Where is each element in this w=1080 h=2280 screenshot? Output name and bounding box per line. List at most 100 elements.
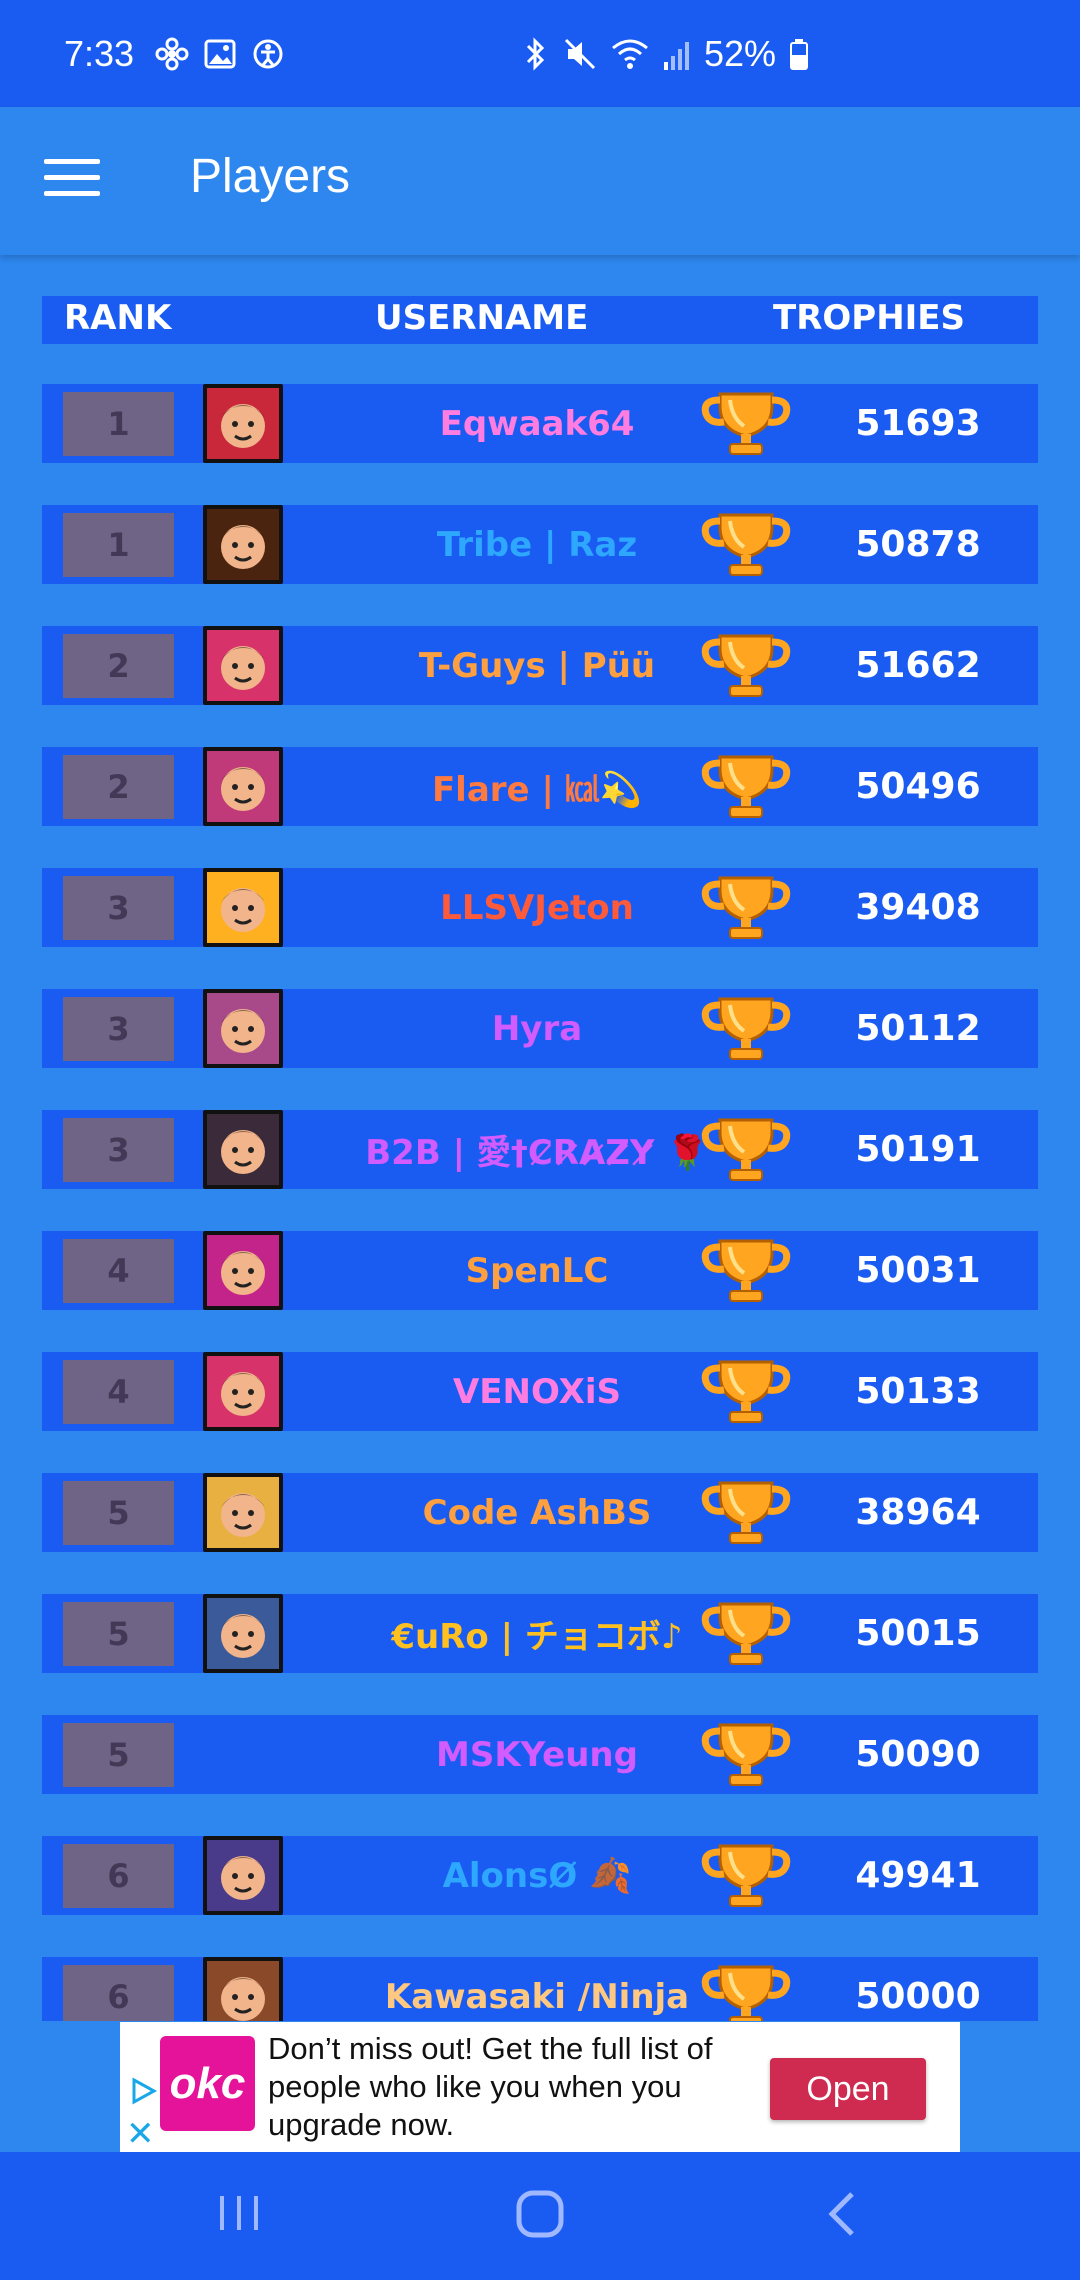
battery-icon <box>790 38 809 70</box>
trophy-count: 50090 <box>855 1734 981 1775</box>
trophy-count: 50031 <box>855 1250 981 1291</box>
trophy-icon <box>698 1110 794 1189</box>
navigation-bar <box>0 2152 1080 2280</box>
trophy-icon <box>698 1352 794 1431</box>
rank-badge: 3 <box>63 1118 174 1182</box>
trophy-icon <box>698 1473 794 1552</box>
rank-badge: 6 <box>63 1844 174 1908</box>
brawler-avatar <box>203 1352 283 1431</box>
rank-badge: 3 <box>63 876 174 940</box>
trophy-icon <box>698 1957 794 2021</box>
trophy-count: 50191 <box>855 1129 981 1170</box>
back-icon[interactable] <box>822 2188 862 2240</box>
player-row[interactable]: 1 Tribe | Raz 50878 <box>42 505 1038 584</box>
ad-open-button[interactable]: Open <box>770 2058 926 2120</box>
bluetooth-icon <box>526 36 545 71</box>
rank-badge: 1 <box>63 392 174 456</box>
rank-badge: 5 <box>63 1602 174 1666</box>
trophy-icon <box>698 1836 794 1915</box>
recents-icon[interactable] <box>214 2188 264 2238</box>
trophy-count: 50000 <box>855 1976 981 2017</box>
rank-badge: 4 <box>63 1239 174 1303</box>
brawler-avatar <box>203 747 283 826</box>
rank-badge: 3 <box>63 997 174 1061</box>
pinwheel-icon <box>155 37 189 70</box>
player-row[interactable]: 6 Kawasaki /Ninja 50000 <box>42 1957 1038 2021</box>
player-row[interactable]: 5 €uRo | チョコボ♪ 50015 <box>42 1594 1038 1673</box>
mute-icon <box>564 38 596 69</box>
status-left-icons <box>155 37 285 71</box>
rank-badge: 6 <box>63 1965 174 2021</box>
rank-badge: 1 <box>63 513 174 577</box>
trophy-icon <box>698 1715 794 1794</box>
trophy-icon <box>698 1594 794 1673</box>
trophy-icon <box>698 747 794 826</box>
player-row[interactable]: 3 Hyra 50112 <box>42 989 1038 1068</box>
trophy-count: 51693 <box>855 403 981 444</box>
brawler-avatar <box>203 1110 283 1189</box>
rank-badge: 2 <box>63 634 174 698</box>
player-list[interactable]: 1 Eqwaak64 51693 1 Tribe | Raz 50878 2 T-Guys |… <box>42 384 1038 2021</box>
trophy-count: 39408 <box>855 887 981 928</box>
player-row[interactable]: 1 Eqwaak64 51693 <box>42 384 1038 463</box>
rank-badge: 5 <box>63 1481 174 1545</box>
brawler-avatar <box>203 1231 283 1310</box>
ad-close-icon[interactable]: ✕ <box>126 2114 155 2154</box>
header-trophies: TROPHIES <box>773 298 966 338</box>
ad-banner[interactable]: ✕ okc Don’t miss out! Get the full list … <box>120 2022 960 2154</box>
trophy-icon <box>698 505 794 584</box>
brawler-avatar <box>203 505 283 584</box>
trophy-icon <box>698 868 794 947</box>
ad-text: Don’t miss out! Get the full list of peo… <box>268 2031 713 2142</box>
signal-icon <box>664 41 689 70</box>
trophy-count: 50496 <box>855 766 981 807</box>
trophy-count: 50133 <box>855 1371 981 1412</box>
trophy-count: 38964 <box>855 1492 981 1533</box>
trophy-icon <box>698 626 794 705</box>
rank-badge: 2 <box>63 755 174 819</box>
ad-logo[interactable]: okc <box>160 2036 255 2131</box>
player-row[interactable]: 6 AlonsØ 🍂 49941 <box>42 1836 1038 1915</box>
trophy-icon <box>698 1231 794 1310</box>
player-row[interactable]: 3 B2B | 愛†C̷R̷A̷Z̷Y̷ 🌹 50191 <box>42 1110 1038 1189</box>
battery-percent: 52% <box>704 32 777 74</box>
trophy-count: 49941 <box>855 1855 981 1896</box>
trophy-count: 50112 <box>855 1008 981 1049</box>
brawler-avatar <box>203 1957 283 2021</box>
trophy-icon <box>698 384 794 463</box>
rank-badge: 4 <box>63 1360 174 1424</box>
trophy-count: 50015 <box>855 1613 981 1654</box>
image-icon <box>204 39 236 68</box>
rank-badge: 5 <box>63 1723 174 1787</box>
brawler-avatar <box>203 1836 283 1915</box>
brawler-avatar <box>203 1473 283 1552</box>
player-row[interactable]: 2 Flare | ㎉💫 50496 <box>42 747 1038 826</box>
player-row[interactable]: 3 LLSVJeton 39408 <box>42 868 1038 947</box>
brawler-avatar <box>203 1594 283 1673</box>
brawler-avatar <box>203 989 283 1068</box>
brawler-avatar <box>203 868 283 947</box>
header-rank: RANK <box>64 298 172 338</box>
status-time: 7:33 <box>64 32 135 74</box>
player-row[interactable]: 4 SpenLC 50031 <box>42 1231 1038 1310</box>
app-bar: Players <box>0 107 1080 255</box>
header-username: USERNAME <box>375 298 589 338</box>
player-row[interactable]: 4 VENOXiS 50133 <box>42 1352 1038 1431</box>
hamburger-menu-icon[interactable] <box>44 159 100 203</box>
player-row[interactable]: 5 MSKYeung 50090 <box>42 1715 1038 1794</box>
trophy-icon <box>698 989 794 1068</box>
status-bar: 7:33 52% <box>0 0 1080 107</box>
page-title: Players <box>190 150 351 203</box>
status-right-icons: 52% <box>520 33 810 75</box>
player-row[interactable]: 5 Code AshBS 38964 <box>42 1473 1038 1552</box>
brawler-avatar <box>203 384 283 463</box>
ad-choices-icon[interactable] <box>128 2076 158 2106</box>
brawler-avatar <box>203 626 283 705</box>
table-header: RANK USERNAME TROPHIES <box>42 296 1038 344</box>
player-row[interactable]: 2 T-Guys | Püü 51662 <box>42 626 1038 705</box>
trophy-count: 51662 <box>855 645 981 686</box>
accessibility-icon <box>253 39 283 68</box>
trophy-count: 50878 <box>855 524 981 565</box>
wifi-icon <box>612 39 648 69</box>
home-icon[interactable] <box>514 2188 566 2240</box>
